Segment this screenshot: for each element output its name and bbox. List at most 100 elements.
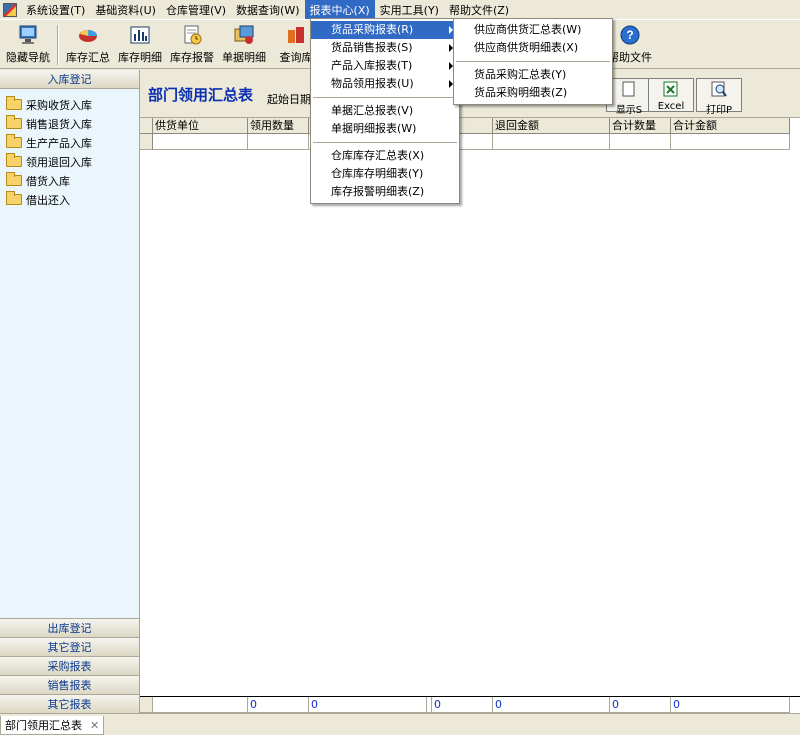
left-navigation: 入库登记 采购收货入库 销售退货入库 生产产品入库 领用退回入库 借货入库 借出… — [0, 70, 140, 713]
nav-item-label: 领用退回入库 — [26, 155, 92, 169]
footer-cell: 0 — [309, 697, 427, 713]
stock-detail-button[interactable]: 库存明细 — [114, 20, 166, 65]
menu-bar: 系统设置(T) 基础资料(U) 仓库管理(V) 数据查询(W) 报表中心(X) … — [0, 0, 800, 20]
menu-item-label: 仓库库存明细表(Y) — [331, 167, 424, 180]
submenu-item-label: 供应商供货汇总表(W) — [474, 23, 582, 36]
nav-section-outbound[interactable]: 出库登记 — [0, 618, 139, 637]
stock-detail-label: 库存明细 — [118, 51, 162, 64]
menu-item-label: 库存报警明细表(Z) — [331, 185, 425, 198]
menu-item-label: 仓库库存汇总表(X) — [331, 149, 425, 162]
footer-cell: 0 — [671, 697, 790, 713]
menu-item-stock-detail[interactable]: 仓库库存明细表(Y) — [311, 165, 459, 183]
nav-section-purchase-report[interactable]: 采购报表 — [0, 656, 139, 675]
menu-item-sales-report[interactable]: 货品销售报表(S) — [311, 39, 459, 57]
stock-alarm-button[interactable]: 库存报警 — [166, 20, 218, 65]
submenu-item-label: 货品采购明细表(Z) — [474, 86, 568, 99]
col-header-supplier[interactable]: 供货单位 — [153, 118, 248, 134]
pie-chart-icon — [77, 24, 99, 46]
help-icon: ? — [619, 24, 641, 46]
page-title: 部门领用汇总表 — [148, 86, 254, 104]
footer-cell — [153, 697, 248, 713]
app-icon — [3, 2, 17, 17]
table-row[interactable] — [140, 134, 790, 150]
hide-nav-button[interactable]: 隐藏导航 — [2, 20, 54, 65]
footer-cell: 0 — [432, 697, 493, 713]
menu-item-doc-detail-report[interactable]: 单据明细报表(W) — [311, 120, 459, 138]
col-header-requisition-qty[interactable]: 领用数量 — [248, 118, 309, 134]
col-header-return-amount[interactable]: 退回金额 — [493, 118, 610, 134]
nav-header-inbound[interactable]: 入库登记 — [0, 70, 139, 89]
nav-item-requisition-return[interactable]: 领用退回入库 — [0, 152, 139, 171]
menu-basic-data[interactable]: 基础资料(U) — [90, 0, 161, 20]
menu-item-doc-summary-report[interactable]: 单据汇总报表(V) — [311, 102, 459, 120]
nav-sections: 出库登记 其它登记 采购报表 销售报表 其它报表 — [0, 618, 139, 713]
menu-item-purchase-report[interactable]: 货品采购报表(R) — [311, 21, 459, 39]
report-center-menu: 货品采购报表(R) 货品销售报表(S) 产品入库报表(T) 物品领用报表(U) … — [310, 18, 460, 204]
nav-section-other-report[interactable]: 其它报表 — [0, 694, 139, 713]
excel-button[interactable]: Excel — [648, 78, 694, 112]
menu-report-center[interactable]: 报表中心(X) — [304, 0, 375, 20]
help-file-label: 帮助文件 — [608, 51, 652, 64]
submenu-item-supplier-detail[interactable]: 供应商供货明细表(X) — [454, 39, 612, 57]
table-cell[interactable] — [248, 134, 309, 150]
doc-detail-button[interactable]: 单据明细 — [218, 20, 270, 65]
nav-item-lend-return[interactable]: 借出还入 — [0, 190, 139, 209]
submenu-item-supplier-summary[interactable]: 供应商供货汇总表(W) — [454, 21, 612, 39]
excel-button-label: Excel — [657, 101, 685, 112]
nav-section-sales-report[interactable]: 销售报表 — [0, 675, 139, 694]
document-tab[interactable]: 部门领用汇总表 ✕ — [0, 716, 105, 735]
table-cell[interactable] — [493, 134, 610, 150]
menu-item-product-inbound-report[interactable]: 产品入库报表(T) — [311, 57, 459, 75]
document-tab-label: 部门领用汇总表 — [5, 719, 82, 732]
menu-separator — [456, 61, 610, 62]
row-selector[interactable] — [140, 134, 153, 150]
col-header-total-qty[interactable]: 合计数量 — [610, 118, 671, 134]
nav-item-label: 销售退货入库 — [26, 117, 92, 131]
show-button-label: 显示S — [615, 105, 643, 116]
nav-item-label: 借货入库 — [26, 174, 70, 188]
close-icon[interactable]: ✕ — [90, 719, 99, 732]
menu-item-stock-summary[interactable]: 仓库库存汇总表(X) — [311, 147, 459, 165]
nav-section-other-register[interactable]: 其它登记 — [0, 637, 139, 656]
toolbar-separator — [57, 25, 59, 65]
footer-cell: 0 — [610, 697, 671, 713]
table-cell[interactable] — [153, 134, 248, 150]
start-date-label: 起始日期 — [267, 93, 311, 106]
submenu-item-purchase-detail[interactable]: 货品采购明细表(Z) — [454, 84, 612, 102]
menu-separator — [313, 97, 457, 98]
menu-item-label: 单据汇总报表(V) — [331, 104, 414, 117]
table-cell[interactable] — [610, 134, 671, 150]
nav-item-label: 采购收货入库 — [26, 98, 92, 112]
footer-cell: 0 — [493, 697, 610, 713]
nav-item-label: 借出还入 — [26, 193, 70, 207]
grid-footer-totals: 0 0 0 0 0 0 — [140, 696, 800, 713]
menu-help[interactable]: 帮助文件(Z) — [444, 0, 514, 20]
nav-item-purchase-receipt[interactable]: 采购收货入库 — [0, 95, 139, 114]
document-grid-icon — [233, 24, 255, 46]
doc-detail-label: 单据明细 — [222, 51, 266, 64]
clipboard-clock-icon — [181, 24, 203, 46]
menu-item-label: 货品销售报表(S) — [331, 41, 413, 54]
data-grid[interactable]: 供货单位 领用数量 数量 退回金额 合计数量 合计金额 — [140, 118, 800, 696]
boxes-icon — [285, 24, 307, 46]
stock-summary-button[interactable]: 库存汇总 — [62, 20, 114, 65]
print-button[interactable]: 打印P — [696, 78, 742, 116]
submenu-item-purchase-summary[interactable]: 货品采购汇总表(Y) — [454, 66, 612, 84]
menu-warehouse[interactable]: 仓库管理(V) — [161, 0, 231, 20]
nav-item-sales-return[interactable]: 销售退货入库 — [0, 114, 139, 133]
folder-icon — [6, 153, 22, 167]
nav-item-production-inbound[interactable]: 生产产品入库 — [0, 133, 139, 152]
menu-tools[interactable]: 实用工具(Y) — [375, 0, 444, 20]
folder-icon — [6, 172, 22, 186]
purchase-report-submenu: 供应商供货汇总表(W) 供应商供货明细表(X) 货品采购汇总表(Y) 货品采购明… — [453, 18, 613, 105]
table-cell[interactable] — [671, 134, 790, 150]
hide-nav-label: 隐藏导航 — [6, 51, 50, 64]
menu-data-query[interactable]: 数据查询(W) — [231, 0, 304, 20]
menu-item-requisition-report[interactable]: 物品领用报表(U) — [311, 75, 459, 93]
menu-item-stock-alarm[interactable]: 库存报警明细表(Z) — [311, 183, 459, 201]
menu-system-settings[interactable]: 系统设置(T) — [21, 0, 90, 20]
stock-summary-label: 库存汇总 — [66, 51, 110, 64]
col-header-total-amount[interactable]: 合计金额 — [671, 118, 790, 134]
nav-list: 采购收货入库 销售退货入库 生产产品入库 领用退回入库 借货入库 借出还入 — [0, 89, 139, 209]
nav-item-borrow-inbound[interactable]: 借货入库 — [0, 171, 139, 190]
